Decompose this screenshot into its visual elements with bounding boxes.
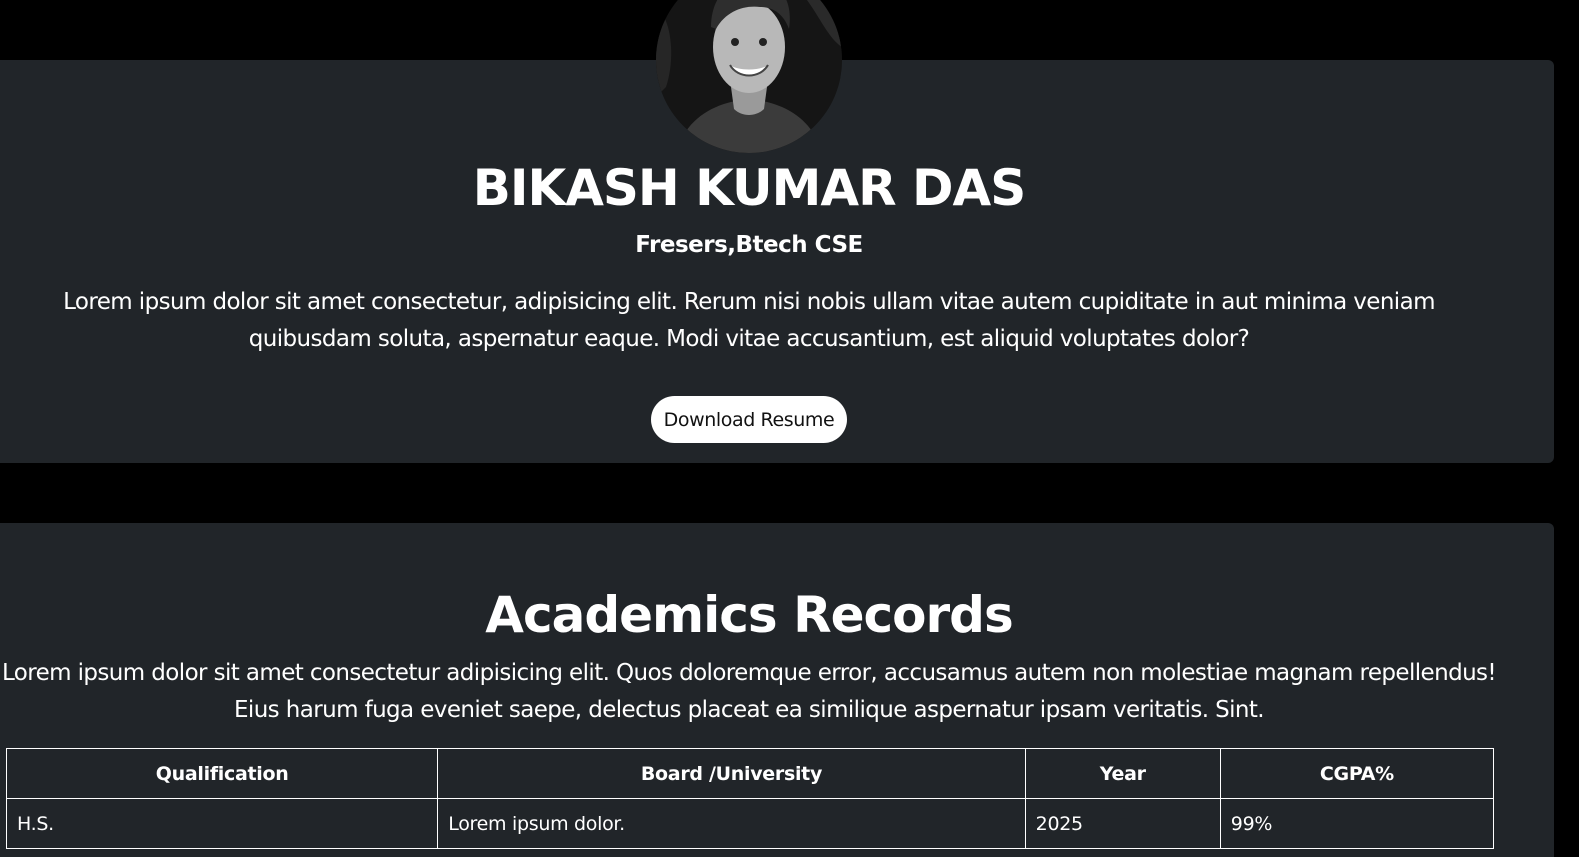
academics-title: Academics Records — [485, 586, 1013, 644]
table-row: H.S. Lorem ipsum dolor. 2025 99% — [5, 798, 1495, 849]
profile-description: Lorem ipsum dolor sit amet consectetur, … — [63, 289, 1435, 352]
table-header-row: Qualification Board /University Year CGP… — [5, 748, 1495, 799]
table-cell-year: 2025 — [1024, 798, 1221, 849]
academics-table: Qualification Board /University Year CGP… — [5, 748, 1495, 849]
profile-subtitle: Fresers,Btech CSE — [635, 232, 863, 258]
column-header-board-university: Board /University — [437, 748, 1026, 799]
column-header-year: Year — [1024, 748, 1221, 799]
column-header-qualification: Qualification — [5, 748, 439, 799]
academics-description: Lorem ipsum dolor sit amet consectetur a… — [1, 660, 1497, 723]
column-header-cgpa: CGPA% — [1219, 748, 1495, 799]
table-cell-cgpa: 99% — [1219, 798, 1495, 849]
page: BIKASH KUMAR DAS Fresers,Btech CSE Lorem… — [0, 0, 1579, 857]
download-resume-button[interactable]: Download Resume — [651, 396, 847, 443]
table-cell-board-university: Lorem ipsum dolor. — [437, 798, 1026, 849]
table-cell-qualification: H.S. — [5, 798, 439, 849]
profile-name: BIKASH KUMAR DAS — [472, 159, 1026, 217]
